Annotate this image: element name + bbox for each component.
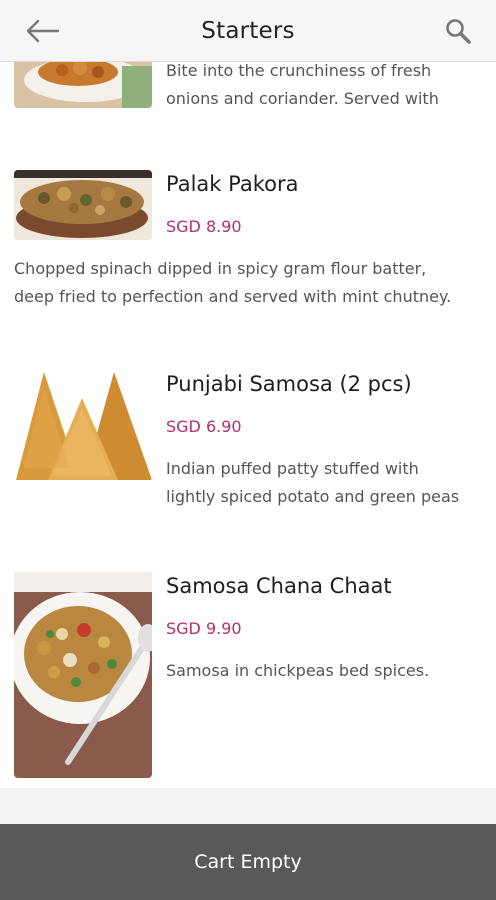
page-title: Starters xyxy=(201,17,295,44)
item-price: SGD 6.90 xyxy=(166,417,242,436)
list-item[interactable]: Samosa Chana Chaat SGD 9.90 Samosa in ch… xyxy=(0,564,496,784)
cart-button[interactable]: Cart Empty xyxy=(0,824,496,900)
item-description: Bite into the crunchiness of fresh onion… xyxy=(166,62,439,108)
item-name: Samosa Chana Chaat xyxy=(166,574,392,598)
item-name: Punjabi Samosa (2 pcs) xyxy=(166,372,412,396)
item-name: Palak Pakora xyxy=(166,172,299,196)
list-footer-spacer xyxy=(0,788,496,824)
search-button[interactable] xyxy=(440,14,476,48)
menu-list[interactable]: Bite into the crunchiness of fresh onion… xyxy=(0,62,496,822)
cart-label: Cart Empty xyxy=(194,851,302,873)
item-price: SGD 9.90 xyxy=(166,619,242,638)
item-image xyxy=(14,572,152,778)
list-item[interactable]: Palak Pakora SGD 8.90 Chopped spinach di… xyxy=(0,162,496,312)
list-item[interactable]: Punjabi Samosa (2 pcs) SGD 6.90 Indian p… xyxy=(0,362,496,522)
item-description: Chopped spinach dipped in spicy gram flo… xyxy=(14,259,452,306)
search-icon xyxy=(446,19,471,44)
item-description: Indian puffed patty stuffed with lightly… xyxy=(166,459,460,506)
arrow-left-icon xyxy=(26,19,60,43)
item-image xyxy=(14,368,152,480)
item-image xyxy=(14,170,152,240)
app-bar: Starters xyxy=(0,0,496,62)
list-item[interactable]: Bite into the crunchiness of fresh onion… xyxy=(0,62,496,152)
item-image xyxy=(14,62,152,108)
back-button[interactable] xyxy=(22,14,62,48)
item-price: SGD 8.90 xyxy=(166,217,242,236)
item-description: Samosa in chickpeas bed spices. xyxy=(166,661,430,680)
